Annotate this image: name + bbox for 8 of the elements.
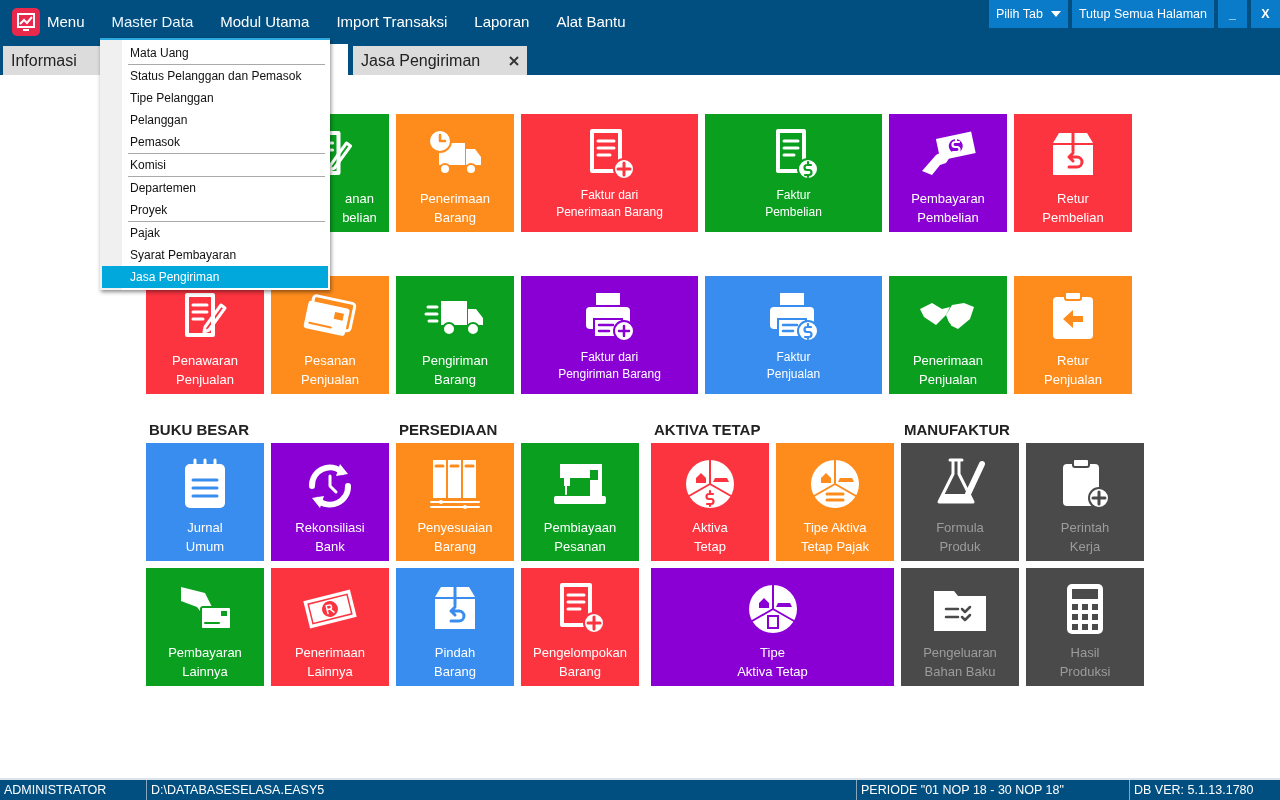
status-cell: D:\DATABASESELASA.EASY5 <box>147 780 857 800</box>
status-cell: ADMINISTRATOR <box>0 780 147 800</box>
section-heading: MANUFAKTUR <box>903 420 1011 440</box>
status-cell-text: DB VER: 5.1.13.1780 <box>1133 782 1255 799</box>
status-cell: PERIODE "01 NOP 18 - 30 NOP 18" <box>857 780 1130 800</box>
section-heading: AKTIVA TETAP <box>653 420 762 440</box>
section-heading: BUKU BESAR <box>148 420 250 440</box>
section-heading: PERSEDIAAN <box>398 420 499 440</box>
